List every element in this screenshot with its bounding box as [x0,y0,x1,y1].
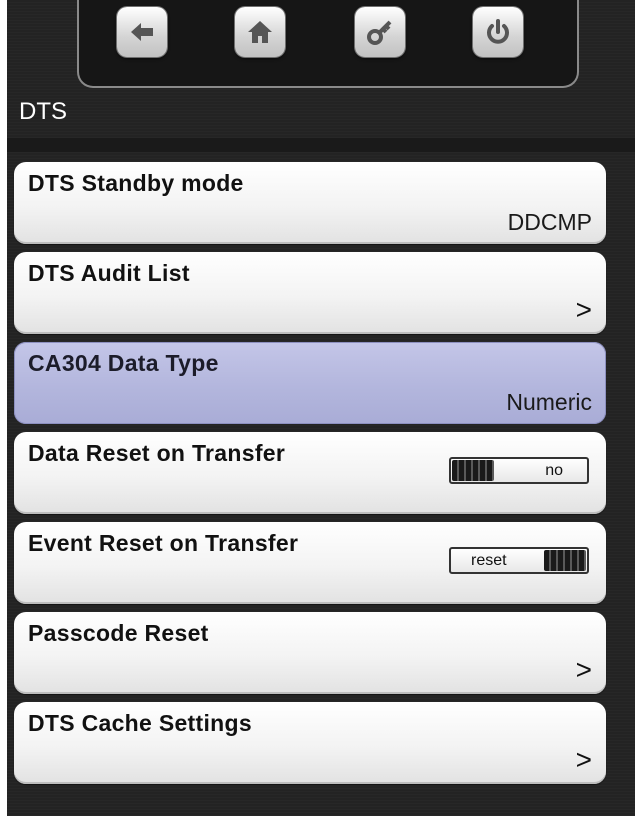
item-label: Passcode Reset [28,620,209,646]
back-button[interactable] [117,7,167,57]
key-icon [367,20,392,45]
power-icon [487,19,509,44]
item-label: Data Reset on Transfer [28,440,286,466]
power-button[interactable] [473,7,523,57]
list-item-dts-audit-list[interactable]: DTS Audit List > [14,252,606,334]
toggle-state: reset [471,552,507,569]
page-title: DTS [19,98,67,125]
item-label: DTS Cache Settings [28,710,252,736]
key-button[interactable] [355,7,405,57]
chevron-right-icon: > [575,294,592,325]
home-button[interactable] [235,7,285,57]
chevron-right-icon: > [575,654,592,685]
data-reset-toggle[interactable]: no [449,457,589,484]
toggle-state: no [545,462,563,479]
list-item-passcode-reset[interactable]: Passcode Reset > [14,612,606,694]
item-label: Event Reset on Transfer [28,530,299,556]
event-reset-toggle[interactable]: reset [449,547,589,574]
chevron-right-icon: > [575,744,592,775]
screen: DTS DTS Standby mode DDCMP DTS Audit Lis… [7,0,635,816]
list-item-dts-cache-settings[interactable]: DTS Cache Settings > [14,702,606,784]
item-label: DTS Audit List [28,260,190,286]
toggle-knob[interactable] [544,550,586,571]
list-item-data-reset-on-transfer[interactable]: Data Reset on Transfer no [14,432,606,514]
toggle-knob[interactable] [452,460,494,481]
item-label: CA304 Data Type [28,350,219,376]
item-value: DDCMP [507,209,592,235]
list-item-event-reset-on-transfer[interactable]: Event Reset on Transfer reset [14,522,606,604]
item-label: DTS Standby mode [28,170,244,196]
home-icon [248,21,272,43]
item-value: Numeric [506,389,592,415]
header-divider [7,138,635,152]
nav-bar [77,0,579,88]
list-item-dts-standby-mode[interactable]: DTS Standby mode DDCMP [14,162,606,244]
back-arrow-icon [131,23,153,41]
list-item-ca304-data-type[interactable]: CA304 Data Type Numeric [14,342,606,424]
